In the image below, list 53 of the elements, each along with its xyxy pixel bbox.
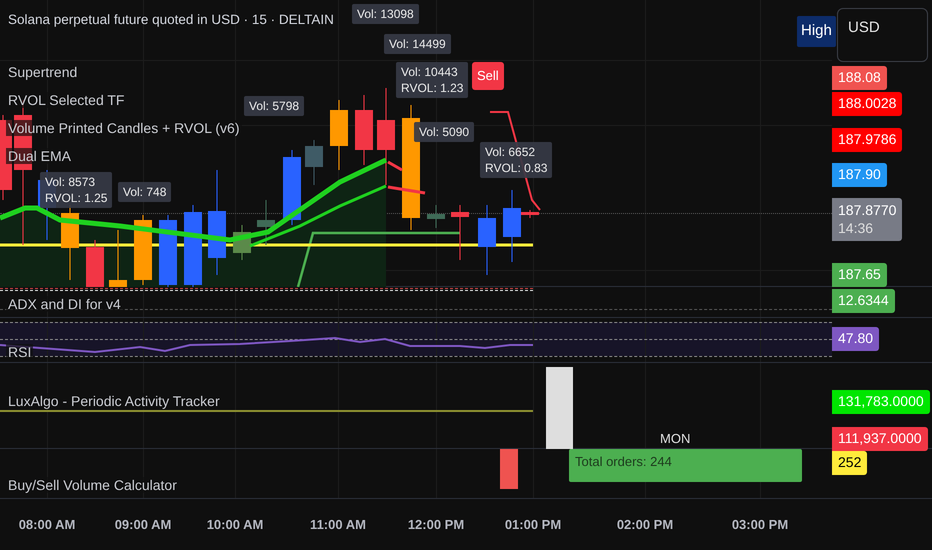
indicator-value-label: 131,783.0000	[832, 390, 930, 414]
candle	[478, 204, 496, 276]
price-label: 187.8770 14:36	[832, 198, 902, 241]
candle	[86, 240, 104, 287]
time-axis-label: 12:00 PM	[408, 516, 464, 534]
indicator-legend: LuxAlgo - Periodic Activity Tracker	[6, 393, 222, 409]
indicator-value-label: 111,937.0000	[832, 427, 928, 450]
time-axis-label: 01:00 PM	[504, 516, 562, 534]
price-label: 188.0028	[832, 92, 902, 116]
day-label: MON	[660, 430, 690, 448]
candle	[305, 140, 323, 186]
volume-label: Vol: 5798	[244, 96, 304, 116]
sell-signal-label: Sell	[472, 62, 504, 90]
time-axis-label: 09:00 AM	[114, 516, 172, 534]
candle	[451, 204, 469, 260]
time-axis-label: 11:00 AM	[310, 516, 366, 534]
time-axis-label: 02:00 PM	[616, 516, 674, 534]
time-axis-label: 03:00 PM	[732, 516, 788, 534]
indicator-value-label: 12.6344	[832, 289, 895, 312]
candle	[233, 224, 251, 260]
candle	[330, 100, 348, 170]
symbol-title: Solana perpetual future quoted in USD · 15 · DELTAIN	[8, 11, 334, 29]
indicator-value-label: 47.80	[832, 327, 880, 350]
candle	[257, 200, 275, 246]
price-source-button[interactable]: High	[797, 16, 836, 46]
price-label: 187.90	[832, 163, 887, 186]
indicator-legend: Dual EMA	[6, 148, 74, 164]
sell-volume-bar	[500, 449, 518, 489]
indicator-legend: Buy/Sell Volume Calculator	[6, 477, 179, 493]
indicator-legend: RSI	[6, 344, 34, 360]
volume-label: Vol: 8573 RVOL: 1.25	[40, 172, 112, 208]
volume-label: Vol: 5090	[414, 122, 474, 142]
time-axis-label: 10:00 AM	[206, 516, 264, 534]
volume-label: Vol: 13098	[352, 4, 419, 24]
indicator-value-label: 252	[832, 451, 868, 474]
time-axis-label: 08:00 AM	[18, 516, 76, 534]
volume-label: Vol: 10443 RVOL: 1.23	[396, 62, 468, 98]
price-label: 187.9786	[832, 128, 902, 152]
candle	[427, 204, 445, 228]
candle	[355, 94, 373, 166]
volume-label: Vol: 14499	[384, 34, 451, 54]
indicator-legend: ADX and DI for v4	[6, 296, 123, 312]
indicator-legend: Volume Printed Candles + RVOL (v6)	[6, 120, 242, 136]
candle	[109, 230, 127, 287]
candle	[134, 214, 152, 286]
price-label: 187.65	[832, 263, 887, 286]
volume-label: Vol: 748	[118, 182, 172, 202]
currency-selector[interactable]: USD	[837, 8, 928, 62]
volume-label: Vol: 6652 RVOL: 0.83	[480, 142, 552, 178]
price-label: 188.08	[832, 66, 887, 90]
indicator-legend: RVOL Selected TF	[6, 92, 126, 108]
total-orders-panel: Total orders: 244	[569, 449, 802, 482]
indicator-legend: Supertrend	[6, 64, 80, 80]
